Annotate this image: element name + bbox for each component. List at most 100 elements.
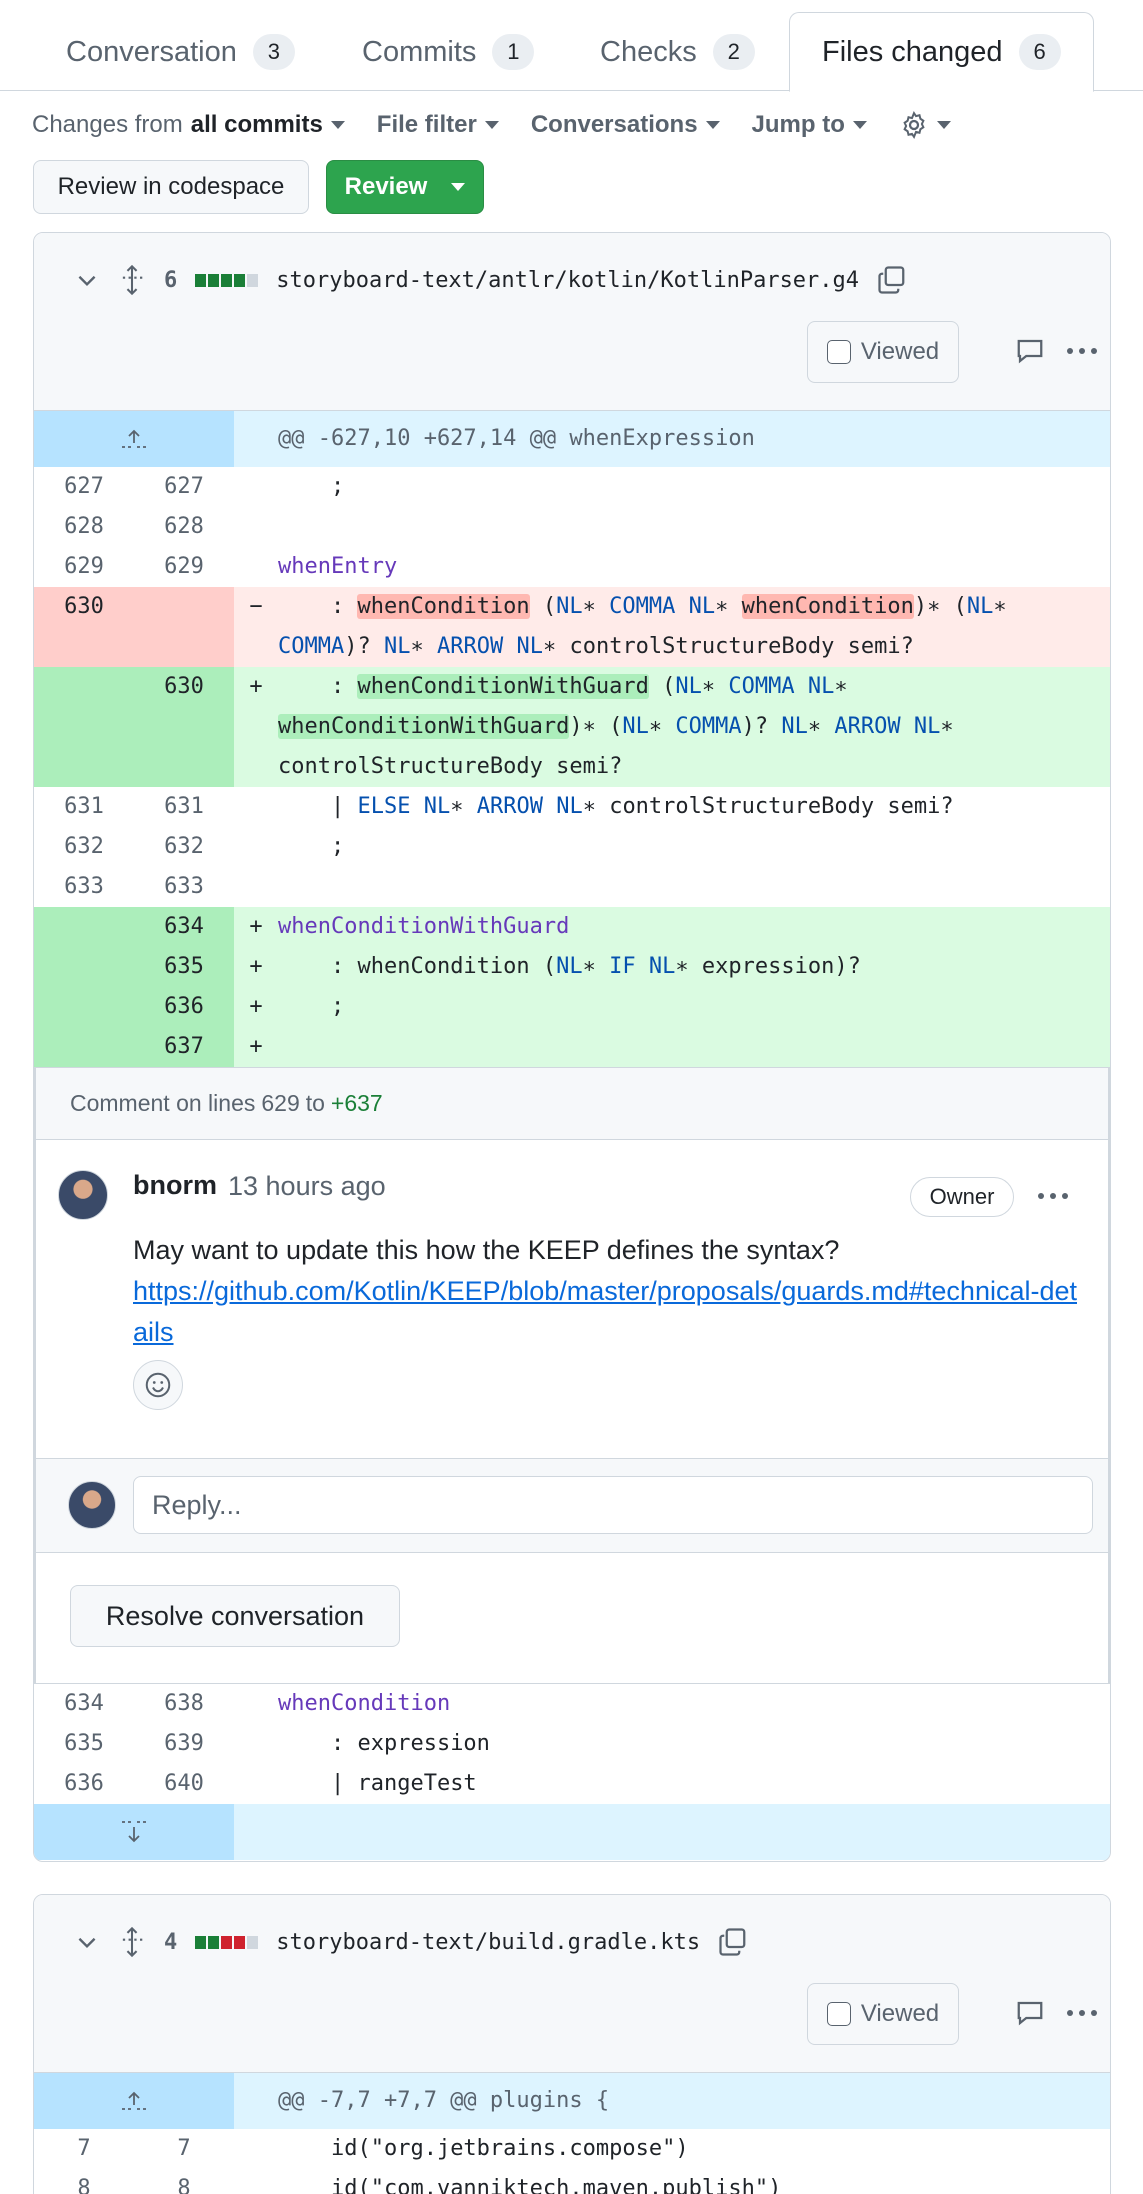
diff-line-added: 634 + whenConditionWithGuard — [34, 907, 1110, 947]
reply-area: Reply... — [36, 1458, 1108, 1553]
tab-label: Commits — [362, 35, 477, 68]
diff-line: 632 632 ; — [64, 834, 345, 859]
diff-line: 634 638 whenCondition — [64, 1691, 451, 1716]
file-filter-dropdown[interactable]: File filter — [377, 111, 499, 139]
jump-to-dropdown[interactable]: Jump to — [752, 111, 867, 139]
comment-button[interactable] — [1010, 331, 1050, 371]
viewed-checkbox[interactable]: Viewed — [807, 1983, 959, 2045]
diff-line: 636 640 | rangeTest — [64, 1771, 477, 1796]
review-in-codespace-button[interactable]: Review in codespace — [33, 160, 309, 214]
comment-text: May want to update this how the KEEP def… — [133, 1235, 840, 1265]
unfold-icon[interactable] — [118, 1926, 146, 1958]
diff-line-added: 636 + ; — [34, 987, 1110, 1027]
thread-to-line: +637 — [330, 1090, 383, 1116]
chevron-down-icon[interactable] — [74, 267, 100, 293]
comment-button[interactable] — [1010, 1993, 1050, 2033]
comment-icon — [1017, 339, 1043, 364]
tab-files-changed[interactable]: Files changed 6 — [789, 12, 1094, 92]
tab-label: Files changed — [822, 35, 1003, 68]
gear-icon — [903, 110, 925, 140]
viewed-label: Viewed — [860, 338, 940, 365]
tab-conversation[interactable]: Conversation 3 — [66, 12, 295, 92]
expand-up-button[interactable] — [34, 2073, 234, 2129]
kebab-horizontal-icon — [1067, 2010, 1097, 2016]
file-diff-build-gradle: 4 storyboard-text/build.gradle.kts Viewe… — [33, 1894, 1111, 2194]
chevron-down-icon — [451, 183, 466, 191]
changes-from-dropdown[interactable]: Changes from all commits — [32, 111, 345, 139]
diff-count: 4 — [164, 1929, 178, 1955]
file-filter-label: File filter — [376, 111, 477, 138]
viewed-checkbox[interactable]: Viewed — [807, 321, 959, 383]
file-header: 4 storyboard-text/build.gradle.kts Viewe… — [34, 1895, 1110, 2073]
tab-count: 2 — [712, 34, 755, 70]
diffstat-blocks — [195, 1935, 259, 1949]
diff-line: 628 628 — [64, 514, 204, 539]
more-options-button[interactable] — [1062, 1993, 1102, 2033]
tab-label: Checks — [600, 35, 697, 68]
conversations-label: Conversations — [530, 111, 698, 138]
chevron-down-icon[interactable] — [74, 1929, 100, 1955]
expand-down-button[interactable] — [34, 1804, 234, 1860]
expand-down-row — [34, 1804, 1110, 1860]
chevron-down-icon — [936, 121, 951, 129]
hunk-text: @@ -7,7 +7,7 @@ plugins { — [278, 2088, 610, 2113]
diff-line-deleted: 630− : whenCondition (NL∗ COMMA NL∗ when… — [34, 587, 1110, 667]
conversations-dropdown[interactable]: Conversations — [531, 111, 720, 139]
smiley-icon — [145, 1372, 171, 1398]
tab-checks[interactable]: Checks 2 — [600, 12, 755, 92]
comment-author[interactable]: bnorm — [133, 1170, 217, 1201]
kebab-horizontal-icon — [1038, 1193, 1068, 1199]
hunk-header: @@ -7,7 +7,7 @@ plugins { — [34, 2073, 1110, 2129]
comment-time[interactable]: 13 hours ago — [228, 1171, 386, 1202]
pr-tabs: Conversation 3 Commits 1 Checks 2 Files … — [0, 0, 1143, 92]
chevron-down-icon — [852, 121, 867, 129]
diff-line: 88 id("com.vanniktech.maven.publish") — [77, 2176, 782, 2194]
diff-line: 633 633 — [64, 874, 204, 899]
expand-up-icon — [122, 429, 146, 448]
file-name[interactable]: storyboard-text/antlr/kotlin/KotlinParse… — [276, 268, 859, 293]
diff-count: 6 — [164, 267, 178, 293]
review-thread: Comment on lines 629 to +637 bnorm 13 ho… — [34, 1067, 1110, 1684]
comment-icon — [1017, 2001, 1043, 2026]
thread-to-word: to — [305, 1090, 325, 1116]
expand-down-icon — [122, 1821, 146, 1843]
reply-input[interactable]: Reply... — [133, 1476, 1093, 1534]
expand-up-icon — [122, 2091, 146, 2110]
resolve-conversation-button[interactable]: Resolve conversation — [70, 1585, 400, 1647]
thread-header-prefix: Comment on lines — [70, 1090, 256, 1116]
changes-value: all commits — [190, 111, 323, 138]
tab-count: 3 — [252, 34, 295, 70]
tab-label: Conversation — [66, 35, 237, 68]
expand-up-button[interactable] — [34, 411, 234, 467]
files-toolbar: Changes from all commits File filter Con… — [32, 105, 983, 145]
diffstat-blocks — [195, 273, 259, 287]
avatar[interactable] — [58, 1170, 108, 1220]
diff-line-added: 630 + : whenConditionWithGuard (NL∗ COMMA… — [34, 667, 1110, 787]
checkbox-icon — [826, 340, 851, 364]
jump-to-label: Jump to — [751, 111, 845, 138]
owner-badge: Owner — [910, 1177, 1014, 1217]
avatar — [68, 1481, 116, 1529]
comment-options-button[interactable] — [1036, 1180, 1070, 1207]
changes-prefix: Changes from — [32, 111, 183, 138]
hunk-text: @@ -627,10 +627,14 @@ whenExpression — [278, 426, 755, 451]
copy-icon[interactable] — [877, 265, 907, 295]
kebab-horizontal-icon — [1067, 348, 1097, 354]
add-reaction-button[interactable] — [133, 1360, 183, 1410]
hunk-header: @@ -627,10 +627,14 @@ whenExpression — [34, 411, 1110, 467]
diff-line: 635 639 : expression — [64, 1731, 490, 1756]
comment-link[interactable]: https://github.com/Kotlin/KEEP/blob/mast… — [133, 1276, 1077, 1347]
diff-line: 77 id("org.jetbrains.compose") — [77, 2136, 689, 2161]
tab-commits[interactable]: Commits 1 — [362, 12, 535, 92]
review-button[interactable]: Review — [326, 160, 484, 214]
copy-icon[interactable] — [718, 1927, 748, 1957]
thread-header: Comment on lines 629 to +637 — [36, 1068, 1108, 1140]
chevron-down-icon — [705, 121, 720, 129]
more-options-button[interactable] — [1062, 331, 1102, 371]
settings-dropdown[interactable] — [899, 110, 951, 140]
resolve-area: Resolve conversation — [36, 1553, 1108, 1683]
unfold-icon[interactable] — [118, 264, 146, 296]
file-name[interactable]: storyboard-text/build.gradle.kts — [276, 1930, 700, 1955]
chevron-down-icon — [484, 121, 499, 129]
chevron-down-icon — [330, 121, 345, 129]
